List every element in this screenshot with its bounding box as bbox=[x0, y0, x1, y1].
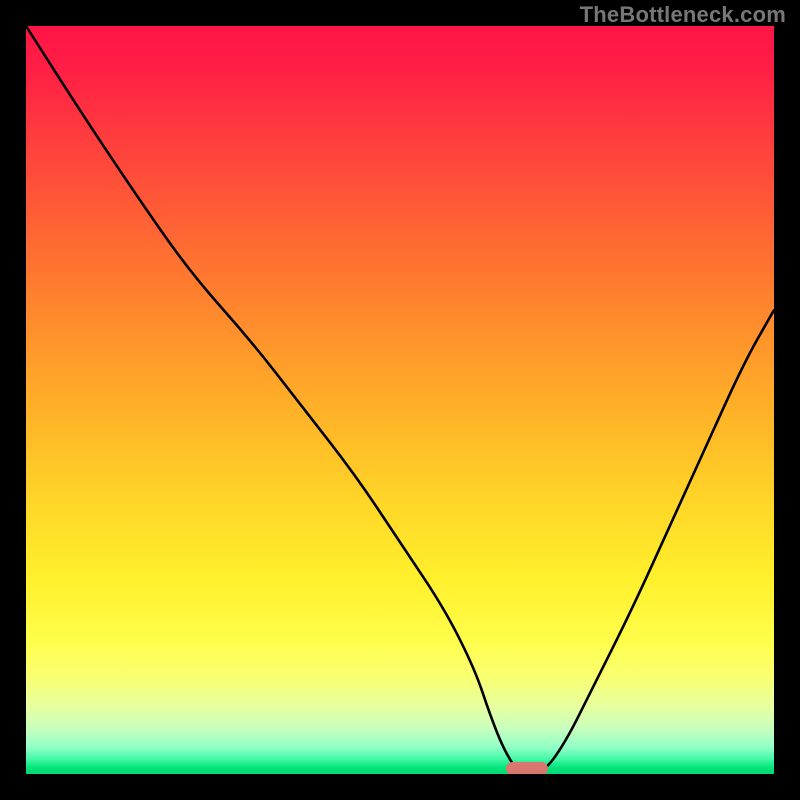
chart-frame: TheBottleneck.com bbox=[0, 0, 800, 800]
optimum-marker bbox=[506, 762, 548, 774]
bottleneck-curve bbox=[26, 26, 774, 774]
plot-area bbox=[26, 26, 774, 774]
watermark-text: TheBottleneck.com bbox=[580, 2, 786, 28]
